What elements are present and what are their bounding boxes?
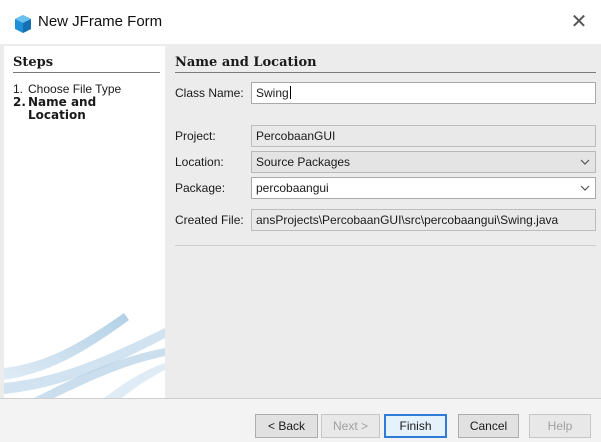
window-title: New JFrame Form — [38, 13, 163, 30]
text-caret — [289, 86, 291, 99]
location-combobox[interactable]: Source Packages — [251, 151, 596, 173]
location-value: Source Packages — [256, 155, 351, 169]
created-file-label: Created File: — [175, 213, 244, 227]
chevron-down-icon — [580, 159, 590, 165]
section-title: Name and Location — [175, 55, 596, 73]
steps-heading: Steps — [13, 55, 160, 73]
netbeans-cube-icon — [15, 15, 31, 33]
project-label: Project: — [175, 129, 216, 143]
class-name-input[interactable]: Swing — [251, 82, 596, 104]
help-button[interactable]: Help — [529, 414, 591, 438]
cancel-button[interactable]: Cancel — [458, 414, 519, 438]
created-file-value: ansProjects\PercobaanGUI\src\percobaangu… — [256, 213, 559, 227]
created-file-field: ansProjects\PercobaanGUI\src\percobaangu… — [251, 209, 596, 231]
title-bar: New JFrame Form ✕ — [0, 0, 601, 44]
form-separator — [175, 245, 596, 246]
class-name-value: Swing — [256, 86, 289, 100]
step-number: 2. — [13, 95, 26, 109]
step-name-and-location: 2. Name and Location — [13, 96, 163, 122]
chevron-down-icon — [580, 185, 590, 191]
location-label: Location: — [175, 155, 224, 169]
next-button[interactable]: Next > — [321, 414, 380, 438]
back-button[interactable]: < Back — [255, 414, 318, 438]
project-value: PercobaanGUI — [256, 129, 336, 143]
finish-button[interactable]: Finish — [384, 414, 447, 438]
project-field: PercobaanGUI — [251, 125, 596, 147]
package-label: Package: — [175, 181, 226, 195]
steps-panel: Steps 1. Choose File Type 2. Name and Loca… — [4, 46, 165, 398]
package-combobox[interactable]: percobaangui — [251, 177, 596, 199]
package-value: percobaangui — [256, 181, 329, 195]
netbeans-swoosh-art — [4, 313, 165, 398]
close-icon[interactable]: ✕ — [568, 10, 590, 34]
step-label: Name and Location — [28, 95, 97, 122]
class-name-label: Class Name: — [175, 86, 244, 100]
